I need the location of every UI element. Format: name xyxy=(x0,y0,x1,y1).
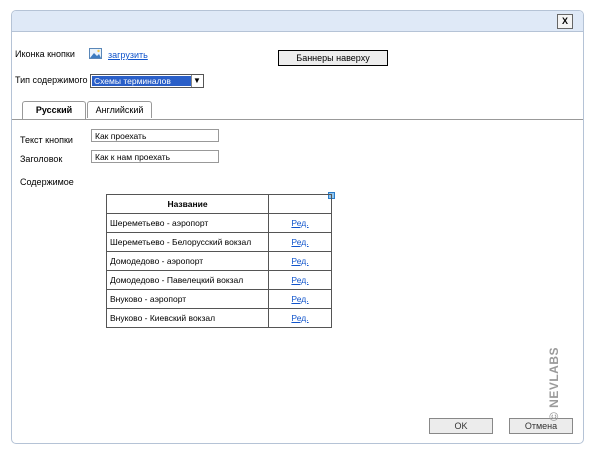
row-name: Домодедово - Павелецкий вокзал xyxy=(106,270,269,290)
table-row: Внуково - Киевский вокзал Ред. xyxy=(106,308,332,328)
tab-russian[interactable]: Русский xyxy=(22,101,86,119)
content-type-value: Схемы терминалов xyxy=(92,76,192,86)
content-label: Содержимое xyxy=(20,177,74,187)
tab-divider xyxy=(12,119,583,120)
column-header-name: Название xyxy=(106,194,269,214)
table-header-row: Название xyxy=(106,194,332,214)
table-row: Шереметьево - Белорусский вокзал Ред. xyxy=(106,232,332,252)
button-text-input[interactable]: Как проехать xyxy=(91,129,219,142)
row-name: Домодедово - аэропорт xyxy=(106,251,269,271)
row-name: Шереметьево - Белорусский вокзал xyxy=(106,232,269,252)
image-icon xyxy=(89,48,102,59)
table-row: Внуково - аэропорт Ред. xyxy=(106,289,332,309)
heading-label: Заголовок xyxy=(20,154,63,164)
content-type-select[interactable]: Схемы терминалов ▼ xyxy=(90,74,204,88)
edit-link[interactable]: Ред. xyxy=(291,313,308,323)
tab-english[interactable]: Английский xyxy=(87,101,152,118)
ok-button[interactable]: OK xyxy=(429,418,493,434)
row-name: Внуково - Киевский вокзал xyxy=(106,308,269,328)
edit-link[interactable]: Ред. xyxy=(291,275,308,285)
edit-link[interactable]: Ред. xyxy=(291,294,308,304)
dialog-titlebar: X xyxy=(12,11,583,32)
column-header-actions xyxy=(268,194,332,214)
icon-label: Иконка кнопки xyxy=(15,49,75,59)
nevlabs-logo: © NEVLABS xyxy=(547,335,575,435)
close-button[interactable]: X xyxy=(557,14,573,29)
edit-link[interactable]: Ред. xyxy=(291,218,308,228)
heading-input[interactable]: Как к нам проехать xyxy=(91,150,219,163)
table-row: Шереметьево - аэропорт Ред. xyxy=(106,213,332,233)
row-name: Внуково - аэропорт xyxy=(106,289,269,309)
edit-link[interactable]: Ред. xyxy=(291,256,308,266)
table-row: Домодедово - аэропорт Ред. xyxy=(106,251,332,271)
banners-top-button[interactable]: Баннеры наверху xyxy=(278,50,388,66)
button-text-label: Текст кнопки xyxy=(20,135,73,145)
dialog-window: X Иконка кнопки загрузить Баннеры наверх… xyxy=(11,10,584,444)
edit-link[interactable]: Ред. xyxy=(291,237,308,247)
row-name: Шереметьево - аэропорт xyxy=(106,213,269,233)
upload-link[interactable]: загрузить xyxy=(108,50,148,60)
terminals-table: Название Шереметьево - аэропорт Ред. Шер… xyxy=(106,194,332,328)
watermark-text: © NEVLABS xyxy=(547,346,562,422)
chevron-down-icon[interactable]: ▼ xyxy=(191,75,202,87)
table-row: Домодедово - Павелецкий вокзал Ред. xyxy=(106,270,332,290)
content-type-label: Тип содержимого xyxy=(15,75,88,85)
